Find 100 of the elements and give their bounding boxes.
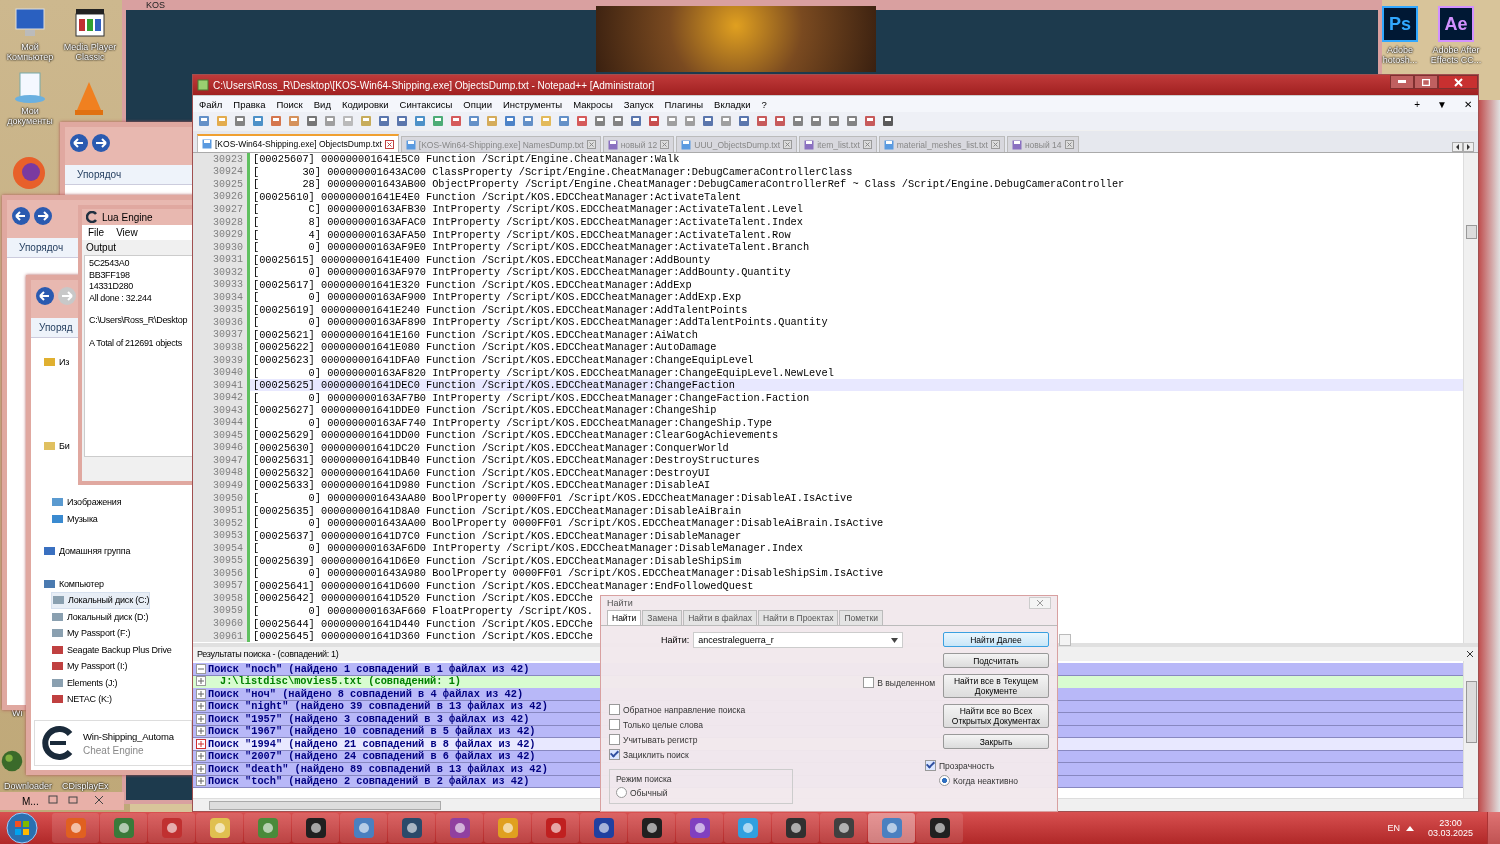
nav-item[interactable]: Изображения: [51, 494, 122, 511]
menu-item[interactable]: Опции: [463, 98, 492, 110]
taskbar-app-icon[interactable]: [340, 813, 387, 843]
globe-icon[interactable]: [1, 750, 23, 772]
menu-item[interactable]: Файл: [199, 98, 223, 110]
toolbar-icon[interactable]: [269, 114, 283, 128]
menu-item[interactable]: Поиск: [276, 98, 303, 110]
expander-icon[interactable]: [196, 688, 206, 699]
minimized-window[interactable]: M...: [0, 792, 124, 810]
radio-option[interactable]: Когда неактивно: [925, 774, 1018, 787]
toolbar-icon[interactable]: [647, 114, 661, 128]
toolbar-icon[interactable]: [845, 114, 859, 128]
toolbar-icon[interactable]: [863, 114, 877, 128]
close-icon[interactable]: [384, 139, 394, 149]
expander-icon[interactable]: [196, 738, 206, 749]
organize-menu[interactable]: Упоряд: [39, 322, 73, 333]
toolbar-icon[interactable]: [881, 114, 895, 128]
expander-icon[interactable]: [196, 751, 206, 762]
taskbar-app-icon[interactable]: [772, 813, 819, 843]
menu-item[interactable]: Макросы: [573, 98, 613, 110]
checkbox-option[interactable]: Обратное направление поиска: [609, 703, 746, 716]
checkbox-option[interactable]: Зациклить поиск: [609, 748, 689, 761]
toolbar-icon[interactable]: [827, 114, 841, 128]
nav-item[interactable]: Локальный диск (D:): [51, 608, 149, 625]
nav-item[interactable]: Би: [43, 437, 70, 454]
taskbar-app-icon[interactable]: [916, 813, 963, 843]
clapperboard-icon[interactable]: [73, 6, 107, 40]
menu-control[interactable]: ▼: [1437, 98, 1447, 110]
app-icon[interactable]: Ps: [1382, 6, 1418, 42]
taskbar-app-icon[interactable]: [724, 813, 771, 843]
nav-item[interactable]: Компьютер: [43, 575, 104, 592]
nav-item[interactable]: Elements (J:): [51, 674, 118, 691]
taskbar-app-icon[interactable]: [532, 813, 579, 843]
close-icon[interactable]: [1466, 650, 1474, 658]
expander-icon[interactable]: [196, 776, 206, 787]
menu-control[interactable]: ✕: [1464, 98, 1472, 110]
menu-item[interactable]: Запуск: [623, 98, 654, 110]
expander-icon[interactable]: [196, 763, 206, 774]
taskbar-preview[interactable]: Win-Shipping_Automa Cheat Engine: [34, 720, 192, 766]
taskbar-app-icon[interactable]: [388, 813, 435, 843]
expander-icon[interactable]: [196, 713, 206, 724]
organize-menu[interactable]: Упорядоч: [77, 169, 122, 180]
taskbar-app-icon[interactable]: [148, 813, 195, 843]
maximize-button[interactable]: [1414, 75, 1438, 89]
toolbar-icon[interactable]: [593, 114, 607, 128]
search-field[interactable]: ancestraleguerra_r: [693, 632, 904, 648]
taskbar-app-icon[interactable]: [196, 813, 243, 843]
app-icon[interactable]: Ae: [1438, 6, 1474, 42]
toolbar-icon[interactable]: [395, 114, 409, 128]
nav-item[interactable]: Локальный диск (C:): [51, 592, 151, 609]
menu-item[interactable]: Правка: [233, 98, 266, 110]
menu-item[interactable]: Вид: [313, 98, 331, 110]
radio-option[interactable]: Обычный: [616, 786, 668, 799]
toolbar-icon[interactable]: [809, 114, 823, 128]
toolbar-icon[interactable]: [305, 114, 319, 128]
taskbar-app-icon[interactable]: [628, 813, 675, 843]
dialog-button[interactable]: Подсчитать: [943, 653, 1049, 668]
taskbar-app-icon[interactable]: [820, 813, 867, 843]
file-tab[interactable]: [KOS-Win64-Shipping.exe] ObjectsDump.txt: [197, 134, 399, 152]
tab-scroll-icon[interactable]: [1452, 142, 1474, 152]
toolbar-icon[interactable]: [629, 114, 643, 128]
toolbar-icon[interactable]: [575, 114, 589, 128]
expander-icon[interactable]: [196, 663, 206, 674]
menu-item[interactable]: Вкладки: [714, 98, 751, 110]
clock[interactable]: 23:00 03.03.2025: [1427, 818, 1473, 838]
show-desktop-button[interactable]: [1487, 812, 1500, 844]
organize-menu[interactable]: Упорядоч: [19, 242, 64, 253]
nav-item[interactable]: My Passport (I:): [51, 658, 128, 675]
expander-icon[interactable]: [196, 726, 206, 737]
dialog-tab[interactable]: Замена: [642, 610, 683, 625]
checkbox-option[interactable]: Только целые слова: [609, 718, 703, 731]
nav-item[interactable]: Seagate Backup Plus Drive: [51, 641, 172, 658]
menu-item[interactable]: Плагины: [664, 98, 704, 110]
language-indicator[interactable]: EN: [1387, 823, 1400, 833]
nav-item[interactable]: Из: [43, 354, 70, 371]
toolbar-icon[interactable]: [521, 114, 535, 128]
dialog-tab[interactable]: Найти в файлах: [683, 610, 758, 625]
toolbar-icon[interactable]: [755, 114, 769, 128]
menu-item[interactable]: View: [116, 227, 138, 238]
dialog-tab[interactable]: Найти: [607, 610, 642, 625]
dialog-tab[interactable]: Найти в Проектах: [758, 610, 839, 625]
dialog-button[interactable]: Найти Далее: [943, 632, 1049, 647]
toolbar-icon[interactable]: [611, 114, 625, 128]
toolbar-icon[interactable]: [557, 114, 571, 128]
menu-item[interactable]: Кодировки: [341, 98, 389, 110]
taskbar-app-icon[interactable]: [484, 813, 531, 843]
close-button[interactable]: [1438, 75, 1478, 89]
document-icon[interactable]: [13, 70, 47, 104]
taskbar-app-icon[interactable]: [244, 813, 291, 843]
nav-item[interactable]: Домашняя группа: [43, 543, 131, 560]
tray-arrow-icon[interactable]: [1405, 825, 1414, 831]
checkbox-option[interactable]: Прозрачность: [925, 759, 995, 772]
nav-item[interactable]: NETAC (K:): [51, 691, 112, 708]
minimize-button[interactable]: [1390, 75, 1414, 89]
taskbar-app-icon[interactable]: [52, 813, 99, 843]
toolbar-icon[interactable]: [503, 114, 517, 128]
taskbar-app-icon[interactable]: [436, 813, 483, 843]
toolbar-icon[interactable]: [701, 114, 715, 128]
dialog-button[interactable]: Закрыть: [943, 734, 1049, 749]
toolbar-icon[interactable]: [377, 114, 391, 128]
